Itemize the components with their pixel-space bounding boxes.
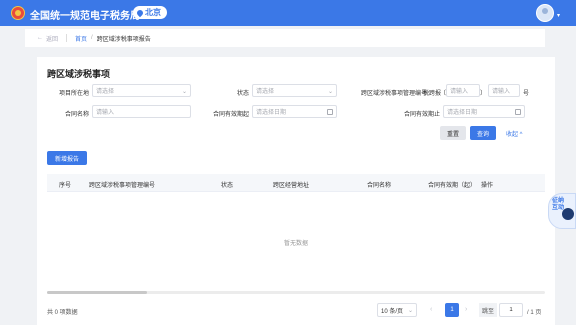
column-header: 序号: [59, 183, 72, 189]
region-switcher[interactable]: 北京: [133, 6, 167, 19]
location-label: 项目所在地: [58, 91, 89, 97]
goto-page-input[interactable]: [499, 303, 523, 317]
table-header: 序号 跨区域涉税事项管理编号 状态 跨区经营地址 合同名称 合同有效期（起） 操…: [47, 174, 545, 192]
horizontal-scrollbar[interactable]: [47, 291, 545, 294]
column-header: 合同有效期（起）: [428, 183, 477, 189]
column-header: 状态: [221, 183, 234, 189]
breadcrumb-home[interactable]: 首页: [75, 34, 87, 43]
calendar-icon: [327, 109, 333, 115]
page-number-current[interactable]: 1: [445, 303, 459, 317]
valid-from-placeholder: 请选择日期: [256, 110, 287, 116]
status-label: 状态: [236, 91, 249, 97]
valid-to-label: 合同有效期止: [403, 112, 440, 118]
empty-state-text: 暂无数据: [283, 241, 308, 247]
chevron-down-icon: ⌄: [327, 89, 333, 95]
user-avatar[interactable]: [536, 4, 554, 22]
mgmt-no-year-placeholder: 请输入: [450, 89, 469, 95]
goto-label: 跳至: [479, 303, 497, 317]
column-header: 操作: [481, 183, 494, 189]
page-size-select[interactable]: 10 条/页 ⌄: [377, 303, 417, 317]
calendar-icon: [515, 109, 521, 115]
location-placeholder: 请选择: [96, 89, 115, 95]
breadcrumb-separator: /: [91, 35, 93, 41]
main-panel: 跨区域涉税事项 项目所在地 请选择 ⌄ 状态 请选择 ⌄ 跨区域涉税事项管理编号…: [37, 57, 555, 325]
breadcrumb-current: 跨区域涉税事项报告: [96, 36, 151, 43]
assistant-widget[interactable]: 征纳互动: [548, 193, 576, 229]
mgmt-no-prefix: 税跨报: [422, 91, 441, 97]
mgmt-no-seq-placeholder: 请输入: [492, 89, 511, 95]
next-page-button[interactable]: ›: [465, 306, 467, 313]
valid-to-datepicker[interactable]: 请选择日期: [443, 105, 525, 118]
page-size-value: 10 条/页: [381, 308, 404, 315]
chevron-down-icon[interactable]: ▾: [557, 12, 560, 19]
valid-from-label: 合同有效期起: [212, 112, 249, 118]
mgmt-no-suffix: 号: [522, 91, 529, 97]
search-button[interactable]: 查询: [470, 126, 496, 140]
page-title: 跨区域涉税事项: [47, 69, 111, 79]
contract-name-label: 合同名称: [64, 112, 89, 118]
back-button[interactable]: ← 返回: [37, 34, 58, 43]
location-pin-icon: [135, 8, 145, 17]
chevron-down-icon: ⌄: [181, 89, 187, 95]
mgmt-no-seq-input[interactable]: 请输入: [488, 84, 520, 97]
location-select[interactable]: 请选择 ⌄: [92, 84, 191, 97]
reset-button[interactable]: 重置: [440, 126, 466, 140]
column-header: 跨区经营地址: [273, 183, 310, 189]
status-placeholder: 请选择: [256, 89, 275, 95]
site-title[interactable]: 全国统一规范电子税务局: [30, 7, 140, 22]
mgmt-no-year-input[interactable]: 请输入: [446, 84, 480, 97]
arrow-left-icon: ←: [37, 35, 43, 41]
collapse-toggle[interactable]: 收起 ^: [506, 129, 522, 138]
prev-page-button[interactable]: ‹: [430, 306, 432, 313]
assistant-mascot-icon: [562, 208, 574, 220]
tax-emblem-icon: [11, 6, 25, 20]
region-label: 北京: [145, 8, 161, 17]
chevron-down-icon: ⌄: [407, 308, 413, 314]
mgmt-no-label: 跨区域涉税事项管理编号: [360, 91, 427, 97]
valid-from-datepicker[interactable]: 请选择日期: [252, 105, 337, 118]
breadcrumb: ← 返回 首页 / 跨区域涉税事项报告: [25, 29, 545, 47]
scrollbar-thumb[interactable]: [47, 291, 147, 294]
top-header: 全国统一规范电子税务局 北京 ▾: [0, 0, 576, 26]
bracket-close: 〕: [480, 91, 487, 97]
pagination-total-pages: / 1 页: [527, 310, 542, 316]
new-report-button[interactable]: 新增报告: [47, 151, 87, 165]
pagination-total: 共 0 项数据: [47, 310, 78, 316]
status-select[interactable]: 请选择 ⌄: [252, 84, 337, 97]
contract-name-input[interactable]: 请输入: [92, 105, 191, 118]
column-header: 合同名称: [367, 183, 392, 189]
back-label: 返回: [46, 36, 59, 43]
column-header: 跨区域涉税事项管理编号: [89, 183, 156, 189]
contract-name-placeholder: 请输入: [96, 110, 115, 116]
valid-to-placeholder: 请选择日期: [447, 110, 478, 116]
divider: [66, 34, 68, 42]
